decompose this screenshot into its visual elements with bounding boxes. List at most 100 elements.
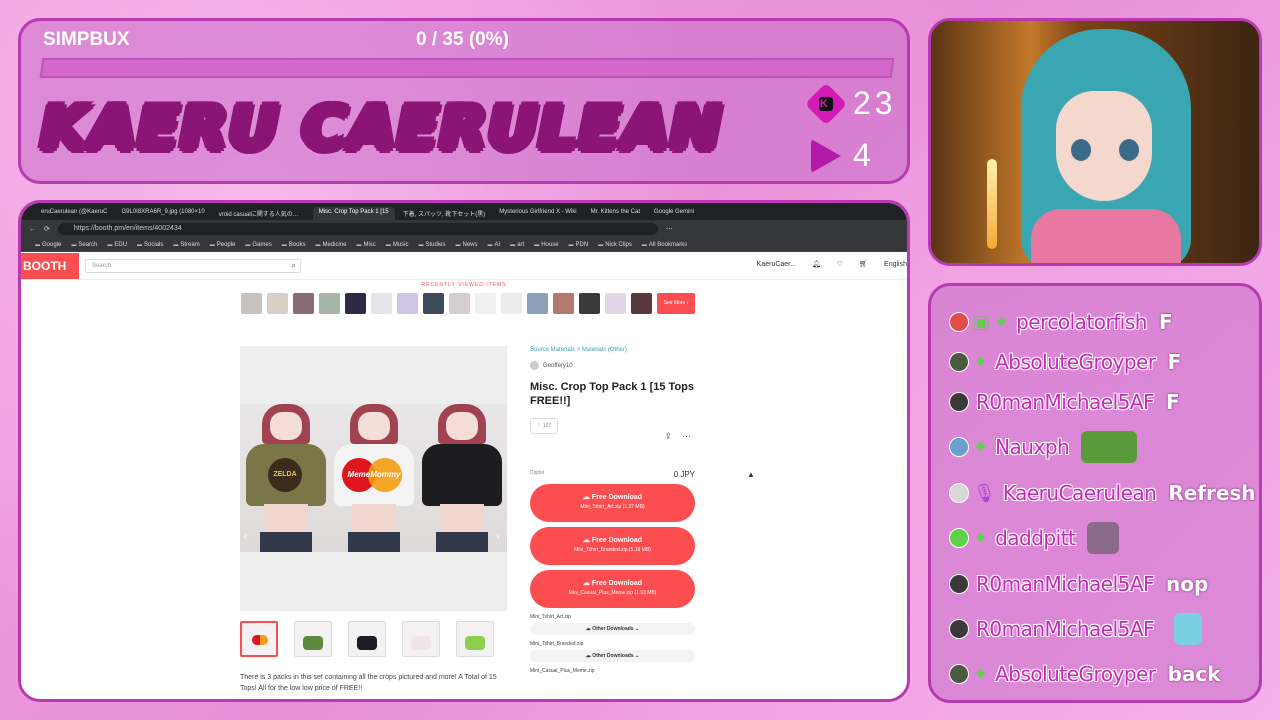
other-downloads-button[interactable]: ☁ Other Downloads ⌄ — [530, 623, 695, 635]
chat-username[interactable]: percolatorfish — [1016, 310, 1147, 334]
recent-thumb[interactable] — [371, 293, 392, 314]
tab[interactable]: Mysterious Girlfriend X - Wiki — [493, 207, 582, 220]
bookmark[interactable]: House — [534, 242, 558, 248]
tab[interactable]: Mr. Kittens the Cat — [585, 207, 646, 220]
bookmark[interactable]: PDN — [569, 242, 589, 248]
recent-thumb[interactable] — [475, 293, 496, 314]
bookmark[interactable]: Nick Clips — [598, 242, 632, 248]
more-icon[interactable]: ⋯ — [682, 431, 691, 442]
chat-username[interactable]: AbsoluteGroyper — [995, 662, 1156, 686]
search-input[interactable]: Search ⌕ — [85, 258, 301, 273]
tab[interactable]: G9L0I8XRA6R_9.jpg (1080×10 — [115, 207, 210, 220]
price: 0 JPY — [673, 470, 695, 479]
see-more-button[interactable]: See More › — [657, 293, 695, 314]
bookmark[interactable]: art — [510, 242, 524, 248]
bookmark[interactable]: Studies — [418, 242, 445, 248]
recent-thumb[interactable] — [501, 293, 522, 314]
image-thumb[interactable] — [456, 621, 494, 657]
share-icon[interactable]: ⇪ — [664, 431, 672, 442]
bookmark[interactable]: Music — [386, 242, 409, 248]
bookmark[interactable]: All Bookmarks — [642, 242, 687, 248]
tab[interactable]: Google Gemini — [648, 207, 700, 220]
model-white-shirt: MemeMommy — [330, 404, 418, 552]
mic-icon: 🎙︎ — [973, 482, 996, 504]
image-thumb[interactable] — [402, 621, 440, 657]
like-button[interactable]: ♡ 107 — [530, 418, 559, 434]
chat-text: F — [1167, 350, 1182, 374]
chat-username[interactable]: KaeruCaerulean — [1003, 481, 1157, 505]
image-thumb[interactable] — [240, 621, 278, 657]
recent-thumb[interactable] — [449, 293, 470, 314]
recent-thumb[interactable] — [293, 293, 314, 314]
bookmark[interactable]: Search — [71, 242, 97, 248]
chat-username[interactable]: R0manMichael5AF — [976, 617, 1155, 641]
anime-emote — [1087, 522, 1120, 554]
product-image[interactable]: ZELDA MemeMommy ‹ › — [240, 346, 507, 611]
product-description: There is 3 packs in this set containing … — [240, 674, 497, 692]
bookmark[interactable]: Google — [35, 242, 61, 248]
seller-link[interactable]: Geoffery10 — [530, 361, 695, 370]
tab[interactable]: 下着, スパッツ, 靴下セット(黒) — [397, 207, 492, 220]
bookmark[interactable]: Books — [282, 242, 306, 248]
product-photo: ZELDA MemeMommy ‹ › — [240, 404, 507, 552]
image-thumb[interactable] — [294, 621, 332, 657]
recent-thumb[interactable] — [631, 293, 652, 314]
chat-username[interactable]: R0manMichael5AF — [976, 572, 1155, 596]
recent-thumb[interactable] — [605, 293, 626, 314]
recent-thumb[interactable] — [579, 293, 600, 314]
bookmark[interactable]: EDU — [107, 242, 127, 248]
reload-icon[interactable]: ⟳ — [44, 225, 50, 233]
recent-thumb[interactable] — [527, 293, 548, 314]
back-icon[interactable]: ← — [29, 226, 36, 233]
bookmarks-bar: Google Search EDU Socials Stream People … — [21, 238, 907, 252]
bookmark[interactable]: AI — [488, 242, 501, 248]
user-menu[interactable]: KaeruCaer... — [757, 261, 796, 268]
recent-thumb[interactable] — [241, 293, 262, 314]
recently-viewed-list: See More › — [241, 293, 695, 314]
bookmark[interactable]: People — [210, 242, 236, 248]
chat-username[interactable]: daddpitt — [995, 526, 1076, 550]
header-actions: KaeruCaer... 🔔︎ ♡ 🛒︎ English — [757, 260, 907, 269]
image-thumb[interactable] — [348, 621, 386, 657]
product-type: Digital — [530, 470, 544, 476]
recent-thumb[interactable] — [345, 293, 366, 314]
avatar — [949, 619, 969, 639]
prev-arrow-icon[interactable]: ‹ — [244, 531, 247, 542]
chat-message: ✦ Nauxph — [949, 431, 1138, 463]
recent-thumb[interactable] — [423, 293, 444, 314]
play-count: 4 — [853, 137, 875, 173]
cart-icon[interactable]: 🛒︎ — [859, 260, 868, 268]
bookmark[interactable]: Medicine — [315, 242, 346, 248]
next-arrow-icon[interactable]: › — [496, 531, 499, 542]
breadcrumb-item[interactable]: Materials (Other) — [582, 347, 627, 353]
recent-thumb[interactable] — [319, 293, 340, 314]
chat-username[interactable]: Nauxph — [995, 435, 1070, 459]
recent-thumb[interactable] — [553, 293, 574, 314]
tab[interactable]: vroid casualに関する人気の商品 — [213, 207, 311, 220]
breadcrumb-item[interactable]: Source Materials — [530, 347, 575, 353]
download-button[interactable]: ☁ Free Download Mini_Casual_Plus_Meme.zi… — [530, 570, 695, 608]
bookmark[interactable]: Games — [245, 242, 271, 248]
download-button[interactable]: ☁ Free Download Mini_Tshirt_Art.zip (1.3… — [530, 484, 695, 522]
bookmark[interactable]: Misc — [356, 242, 375, 248]
bell-icon[interactable]: 🔔︎ — [812, 260, 821, 268]
url-input[interactable]: https://booth.pm/en/items/4002434 — [57, 223, 658, 235]
tab[interactable]: eruCaerulean (@KaeruC — [35, 207, 113, 220]
extensions-icon[interactable]: ⋯ — [666, 225, 673, 233]
recent-thumb[interactable] — [267, 293, 288, 314]
booth-logo[interactable]: BOOTH — [21, 252, 79, 279]
language-select[interactable]: English — [884, 261, 907, 268]
bookmark[interactable]: Socials — [137, 242, 163, 248]
recent-thumb[interactable] — [397, 293, 418, 314]
tab-active[interactable]: Misc. Crop Top Pack 1 [15 — [312, 207, 395, 220]
bookmark[interactable]: News — [456, 242, 478, 248]
bookmark[interactable]: Stream — [173, 242, 199, 248]
search-icon[interactable]: ⌕ — [292, 261, 296, 271]
kick-stat: K 23 — [804, 82, 897, 125]
chat-username[interactable]: R0manMichael5AF — [976, 390, 1155, 414]
image-thumbnails — [240, 621, 494, 657]
chat-username[interactable]: AbsoluteGroyper — [995, 350, 1156, 374]
other-downloads-button[interactable]: ☁ Other Downloads ⌄ — [530, 650, 695, 662]
heart-icon[interactable]: ♡ — [837, 260, 843, 268]
download-button[interactable]: ☁ Free Download Mini_Tshirt_Branded.zip … — [530, 527, 695, 565]
